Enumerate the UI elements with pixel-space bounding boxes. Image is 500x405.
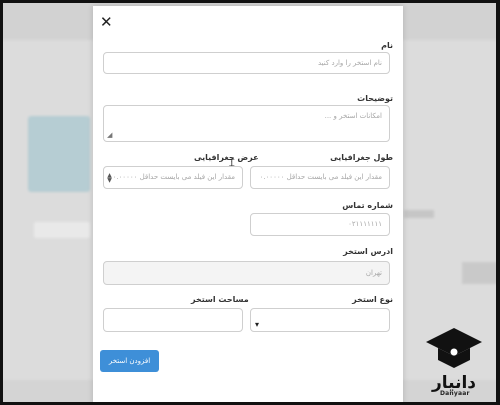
latitude-placeholder: مقدار این فیلد می بایست حداقل ۰.۰۰۰۰۰ — [112, 173, 235, 181]
name-label: نام — [381, 41, 393, 50]
name-input[interactable]: نام استخر را وارد کنید — [103, 52, 390, 74]
phone-placeholder: ۰۲۱۱۱۱۱۱۱ — [348, 220, 382, 228]
number-spinner-icon[interactable]: ▲ ▼ — [107, 173, 112, 184]
chevron-down-icon: ▾ — [255, 320, 260, 329]
danyaar-logo-latin: Danyaar — [440, 390, 470, 397]
background-button — [462, 262, 500, 284]
pool-area-input[interactable] — [103, 308, 243, 332]
latitude-label: عرض جغرافیایی — [194, 153, 259, 162]
phone-label: شماره تماس — [342, 201, 393, 210]
description-placeholder: امکانات استخر و ... — [324, 112, 382, 120]
background-card — [28, 116, 90, 192]
address-label: ادرس استخر — [343, 247, 393, 256]
address-input[interactable]: تهران — [103, 261, 390, 285]
phone-input[interactable]: ۰۲۱۱۱۱۱۱۱ — [250, 213, 390, 236]
close-icon[interactable]: ✕ — [100, 14, 113, 30]
pool-type-label: نوع استخر — [352, 295, 393, 304]
description-textarea[interactable]: امکانات استخر و ... ◢ — [103, 105, 390, 142]
longitude-input[interactable]: مقدار این فیلد می بایست حداقل ۰.۰۰۰۰۰ — [250, 166, 390, 189]
address-placeholder: تهران — [365, 269, 382, 277]
longitude-label: طول جغرافیایی — [330, 153, 393, 162]
add-pool-modal: ✕ نام نام استخر را وارد کنید توضیحات امک… — [93, 6, 403, 405]
longitude-placeholder: مقدار این فیلد می بایست حداقل ۰.۰۰۰۰۰ — [259, 173, 382, 181]
name-placeholder: نام استخر را وارد کنید — [318, 59, 382, 67]
pool-area-label: مساحت استخر — [191, 295, 249, 304]
pool-type-select[interactable]: ▾ — [250, 308, 390, 332]
resize-handle-icon[interactable]: ◢ — [107, 132, 112, 139]
add-pool-button-label: افزودن استخر — [108, 357, 151, 365]
latitude-input[interactable]: مقدار این فیلد می بایست حداقل ۰.۰۰۰۰۰ ▲ ▼ — [103, 166, 243, 189]
text-cursor-icon: Ꮖ — [229, 159, 235, 169]
background-text-line — [404, 210, 434, 218]
description-label: توضیحات — [357, 94, 393, 103]
add-pool-button[interactable]: افزودن استخر — [100, 350, 159, 372]
danyaar-logo: دانیار — [426, 328, 482, 393]
background-text-line — [34, 222, 90, 238]
